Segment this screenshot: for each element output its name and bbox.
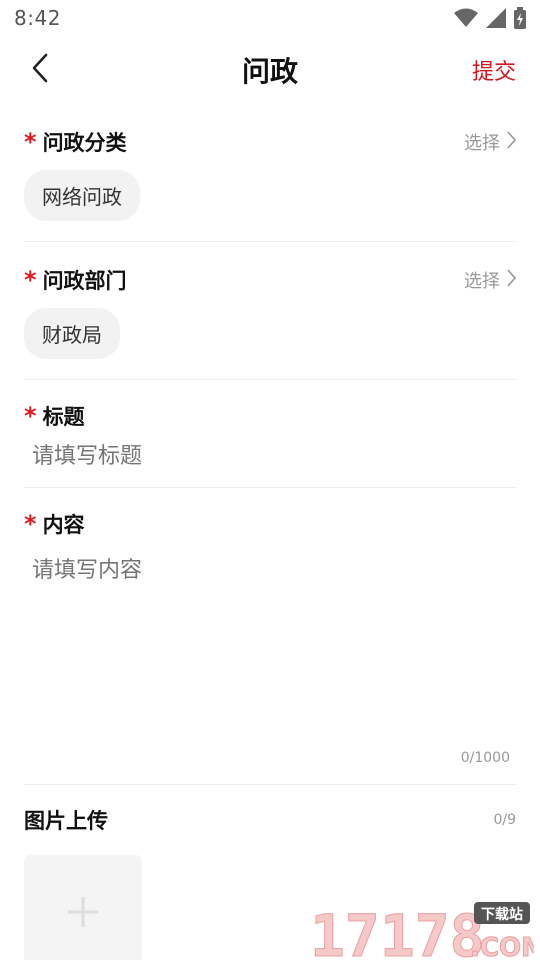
content-section: * 内容 0/1000	[24, 488, 516, 785]
required-mark: *	[24, 128, 37, 156]
image-upload-counter: 0/9	[493, 812, 516, 828]
category-label: * 问政分类	[24, 127, 127, 157]
content-textarea[interactable]	[24, 550, 516, 746]
title-label: * 标题	[24, 401, 85, 431]
content-char-counter: 0/1000	[460, 750, 510, 766]
status-time: 8:42	[14, 6, 61, 30]
image-upload-label: 图片上传	[24, 809, 108, 833]
wifi-icon	[454, 8, 478, 28]
chevron-left-icon	[30, 53, 50, 87]
chevron-right-icon	[506, 130, 517, 154]
department-header: * 问政部门 选择	[24, 252, 517, 308]
submit-button[interactable]: 提交	[472, 54, 516, 86]
content-label-text: 内容	[42, 513, 85, 537]
watermark-logo: 17178 下载站 .COM	[308, 898, 540, 960]
content-header: * 内容	[24, 498, 516, 550]
watermark-tag: 下载站	[481, 906, 523, 923]
department-chip[interactable]: 财政局	[24, 308, 120, 359]
category-select-text: 选择	[464, 133, 500, 154]
category-label-text: 问政分类	[42, 131, 127, 155]
watermark-numbers: 17178	[310, 902, 485, 960]
category-header: * 问政分类 选择	[24, 114, 517, 170]
required-mark: *	[24, 510, 37, 538]
required-mark: *	[24, 402, 37, 430]
battery-icon	[514, 7, 526, 29]
chevron-right-icon	[506, 268, 517, 292]
form: * 问政分类 选择 网络问政 * 问政部门 选择 财政局 * 标题 请填写标题 …	[24, 104, 517, 960]
page: 8:42 问政 提交 * 问政分类 选择 网络问政 * 问政部门 选择 财政局 …	[0, 0, 540, 960]
required-mark: *	[24, 266, 37, 294]
signal-icon	[486, 8, 506, 28]
title-section: * 标题	[24, 380, 516, 488]
title-label-text: 标题	[42, 405, 85, 429]
department-select-button[interactable]: 选择	[464, 267, 517, 293]
category-select-button[interactable]: 选择	[464, 129, 517, 155]
department-section: * 问政部门 选择 财政局	[24, 242, 517, 380]
watermark-suffix: .COM	[470, 933, 534, 960]
add-image-button[interactable]	[24, 855, 142, 960]
app-header: 问政 提交	[0, 36, 540, 104]
department-label-text: 问政部门	[42, 269, 127, 293]
status-bar: 8:42	[0, 0, 540, 36]
title-header: * 标题	[24, 390, 516, 442]
plus-icon	[66, 895, 100, 933]
page-title: 问政	[241, 55, 298, 88]
department-select-text: 选择	[464, 271, 500, 292]
category-section: * 问政分类 选择 网络问政	[24, 104, 517, 242]
image-upload-header: 图片上传 0/9	[24, 785, 516, 855]
back-button[interactable]	[24, 53, 56, 87]
title-input[interactable]	[24, 442, 516, 487]
category-chip[interactable]: 网络问政	[24, 170, 140, 221]
content-label: * 内容	[24, 509, 85, 539]
status-icons	[454, 7, 526, 29]
department-label: * 问政部门	[24, 265, 127, 295]
